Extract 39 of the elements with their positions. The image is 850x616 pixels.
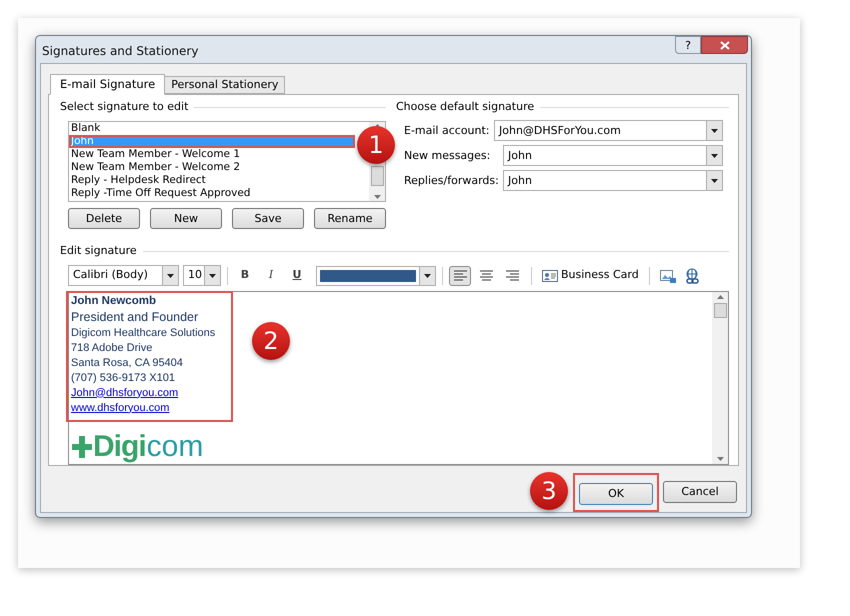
cancel-button[interactable]: Cancel — [663, 481, 737, 504]
action-button[interactable]: Save — [232, 208, 304, 230]
signature-link[interactable]: John@dhsforyou.com — [71, 386, 178, 401]
action-button[interactable]: New — [150, 208, 222, 230]
list-item[interactable]: Reply -Time Off Request Approved — [69, 187, 355, 200]
format-button[interactable]: I — [260, 266, 282, 286]
format-button[interactable]: U — [286, 266, 308, 286]
list-item[interactable]: Blank — [69, 122, 355, 136]
business-card-button[interactable]: Business Card — [540, 266, 641, 286]
list-item[interactable]: New Team Member - Welcome 2 — [69, 161, 355, 174]
field-label: E-mail account: — [404, 122, 491, 138]
list-item[interactable]: New Team Member - Welcome 1 — [69, 148, 355, 162]
ok-button[interactable]: OK — [579, 483, 653, 505]
list-item[interactable]: Reply - Helpdesk Redirect — [69, 174, 355, 188]
group-heading: Select signature to edit — [60, 98, 188, 115]
signature-line: 718 Adobe Drive — [71, 340, 152, 356]
signature-link[interactable]: www.dhsforyou.com — [71, 400, 170, 416]
signature-line: Digicom Healthcare Solutions — [71, 326, 216, 341]
tab[interactable]: Personal Stationery — [165, 76, 286, 94]
signature-line: John Newcomb — [71, 294, 156, 309]
action-button[interactable]: Rename — [314, 208, 386, 230]
tab[interactable]: E-mail Signature — [50, 74, 166, 95]
font-dropdown[interactable]: Calibri (Body) — [68, 265, 179, 286]
group-heading: Edit signature — [60, 243, 137, 260]
window-title: Signatures and Stationery — [42, 43, 198, 60]
signature-line: (707) 536-9173 X101 — [71, 370, 175, 386]
size-dropdown[interactable]: 10 — [183, 265, 221, 286]
dropdown-field[interactable]: John — [503, 145, 723, 166]
dropdown-field[interactable]: John@DHSForYou.com — [494, 120, 723, 142]
signature-line: President and Founder — [71, 308, 198, 326]
help-button[interactable]: ? — [675, 36, 701, 54]
dropdown-field[interactable]: John — [503, 170, 723, 192]
format-button[interactable]: B — [234, 266, 256, 286]
action-button[interactable]: Delete — [68, 208, 140, 230]
field-label: Replies/forwards: — [404, 172, 500, 188]
field-label: New messages: — [404, 148, 492, 164]
group-heading: Choose default signature — [396, 98, 534, 115]
logo: Digicom — [72, 432, 712, 462]
signature-line: Santa Rosa, CA 95404 — [71, 356, 183, 371]
